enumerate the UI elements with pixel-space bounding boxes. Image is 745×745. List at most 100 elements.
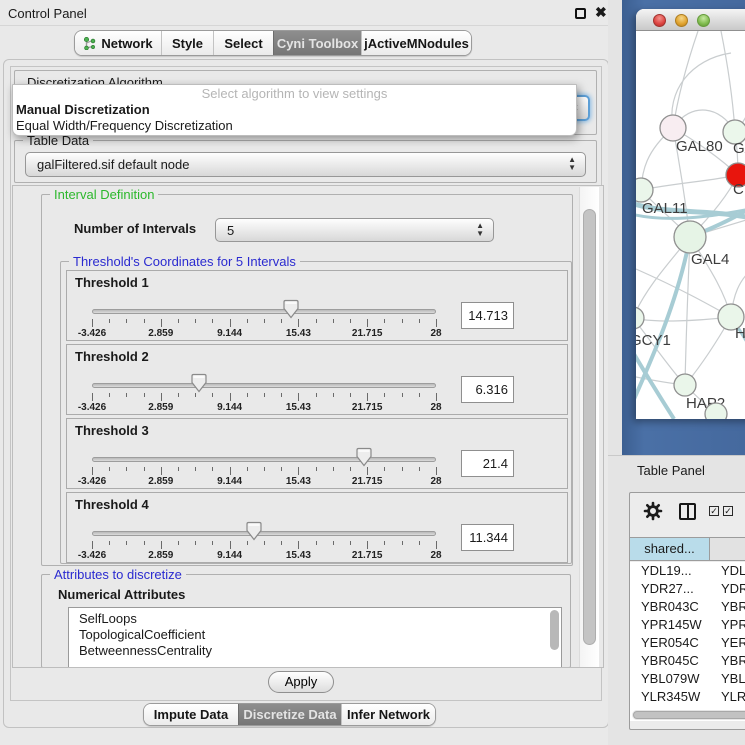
top-tab-bar: NetworkStyleSelectCyni ToolboxjActiveMNo…	[74, 30, 472, 56]
numerical-attributes-list[interactable]: SelfLoopsTopologicalCoefficientBetweenne…	[68, 607, 562, 668]
network-node-gcy1[interactable]	[636, 307, 644, 329]
cell-name[interactable]: YBL0	[710, 670, 745, 688]
slider-tick	[419, 467, 420, 471]
cell-name[interactable]: YDL1	[710, 562, 745, 580]
tab-impute-data[interactable]: Impute Data	[144, 704, 238, 725]
attribute-list-item[interactable]: SelfLoops	[69, 611, 561, 627]
table-row[interactable]: YBR045CYBR0	[630, 652, 745, 670]
cell-name[interactable]: YLR3	[710, 688, 745, 706]
slider-track[interactable]	[92, 309, 436, 314]
network-node[interactable]	[705, 403, 727, 419]
attribute-list-item[interactable]: TopologicalCoefficient	[69, 627, 561, 643]
threshold-value-field[interactable]: 21.4	[461, 450, 514, 477]
slider-tick	[281, 319, 282, 323]
slider-tick	[230, 467, 231, 475]
tab-discretize-data[interactable]: Discretize Data	[238, 704, 341, 725]
threshold-value-field[interactable]: 11.344	[461, 524, 514, 551]
mac-minimize-icon[interactable]	[675, 14, 688, 27]
network-node-gal4[interactable]	[674, 221, 706, 253]
vertical-scrollbar[interactable]	[579, 187, 599, 667]
cell-name[interactable]: YER0	[710, 634, 745, 652]
slider-tick-label: 15.43	[276, 550, 320, 561]
table-row[interactable]: YER054CYER0	[630, 634, 745, 652]
slider-tick	[264, 541, 265, 545]
slider-track[interactable]	[92, 531, 436, 536]
network-node-hap2[interactable]	[674, 374, 696, 396]
cell-shared-name[interactable]: YBR045C	[630, 652, 710, 670]
checkbox-icon[interactable]: ✓	[723, 506, 733, 516]
cell-shared-name[interactable]: YDR27...	[630, 580, 710, 598]
slider-tick	[298, 319, 299, 327]
slider-tick	[350, 319, 351, 323]
network-edge	[673, 31, 698, 128]
cell-shared-name[interactable]: YLR345W	[630, 688, 710, 706]
cell-shared-name[interactable]: YPR145W	[630, 616, 710, 634]
slider-thumb[interactable]	[355, 447, 373, 467]
number-of-intervals-combobox[interactable]: 5 ▲▼	[215, 218, 494, 242]
slider-tick	[92, 541, 93, 549]
scrollbar-thumb[interactable]	[583, 209, 596, 645]
cell-name[interactable]: YBR0	[710, 598, 745, 616]
dropdown-option-manual[interactable]: Manual Discretization	[13, 102, 576, 118]
slider-tick-label: 15.43	[276, 402, 320, 413]
column-header-name[interactable]: n	[710, 538, 745, 560]
column-header-shared-name[interactable]: shared...	[630, 538, 710, 560]
float-window-icon[interactable]	[575, 8, 586, 19]
slider-tick	[178, 541, 179, 545]
network-canvas[interactable]: GAL80GACGAL11GAL4GCY1HHAP2	[636, 31, 745, 419]
attribute-list-item[interactable]: BetweennessCentrality	[69, 643, 561, 659]
table-row[interactable]: YLR345WYLR3	[630, 688, 745, 706]
horizontal-scrollbar[interactable]	[632, 710, 745, 720]
cell-name[interactable]: YDR2	[710, 580, 745, 598]
slider-track[interactable]	[92, 383, 436, 388]
list-scrollbar-thumb[interactable]	[550, 610, 559, 650]
table-row[interactable]: YDL19...YDL1	[630, 562, 745, 580]
dropdown-option-equal-width[interactable]: Equal Width/Frequency Discretization	[13, 118, 576, 134]
table-row[interactable]: YDR27...YDR2	[630, 580, 745, 598]
tab-infer-network[interactable]: Infer Network	[341, 704, 435, 725]
slider-thumb[interactable]	[190, 373, 208, 393]
slider-tick	[126, 467, 127, 471]
cell-shared-name[interactable]: YER054C	[630, 634, 710, 652]
network-node-gal11[interactable]	[636, 178, 653, 202]
slider-tick	[178, 319, 179, 323]
table-data-combobox[interactable]: galFiltered.sif default node ▲▼	[25, 152, 586, 177]
scrollbar-thumb[interactable]	[633, 711, 745, 719]
slider-thumb[interactable]	[282, 299, 300, 319]
algorithm-dropdown-popup: Select algorithm to view settings Manual…	[12, 84, 577, 136]
tab-select[interactable]: Select	[213, 31, 273, 55]
apply-button[interactable]: Apply	[268, 671, 334, 693]
checkbox-icon[interactable]: ✓	[709, 506, 719, 516]
cell-shared-name[interactable]: YBR043C	[630, 598, 710, 616]
cell-name[interactable]: YPR1	[710, 616, 745, 634]
table-row[interactable]: YBL079WYBL0	[630, 670, 745, 688]
slider-tick	[350, 541, 351, 545]
slider-thumb[interactable]	[245, 521, 263, 541]
slider-tick	[384, 467, 385, 471]
cell-shared-name[interactable]: YDL19...	[630, 562, 710, 580]
slider-tick	[178, 393, 179, 397]
cell-name[interactable]: YBR0	[710, 652, 745, 670]
slider-tick	[281, 541, 282, 545]
network-window-titlebar[interactable]	[636, 9, 745, 31]
group-label: Attributes to discretize	[50, 567, 186, 582]
table-row[interactable]: YPR145WYPR1	[630, 616, 745, 634]
group-label: Interval Definition	[50, 187, 158, 202]
right-region: GAL80GACGAL11GAL4GCY1HHAP2 Table Panel ✓…	[608, 0, 745, 745]
slider-tick-label: 21.715	[345, 328, 389, 339]
column-visibility-icon[interactable]	[679, 503, 696, 520]
slider-tick	[281, 393, 282, 397]
mac-close-icon[interactable]	[653, 14, 666, 27]
tab-jactivemnodules[interactable]: jActiveMNodules	[361, 31, 471, 55]
mac-zoom-icon[interactable]	[697, 14, 710, 27]
table-row[interactable]: YBR043CYBR0	[630, 598, 745, 616]
slider-track[interactable]	[92, 457, 436, 462]
tab-network[interactable]: Network	[75, 31, 161, 55]
threshold-value-field[interactable]: 6.316	[461, 376, 514, 403]
gear-icon[interactable]	[643, 501, 663, 521]
cell-shared-name[interactable]: YBL079W	[630, 670, 710, 688]
tab-style[interactable]: Style	[161, 31, 213, 55]
threshold-value-field[interactable]: 14.713	[461, 302, 514, 329]
tab-cyni-toolbox[interactable]: Cyni Toolbox	[273, 31, 361, 55]
close-icon[interactable]: ✖	[595, 4, 607, 21]
